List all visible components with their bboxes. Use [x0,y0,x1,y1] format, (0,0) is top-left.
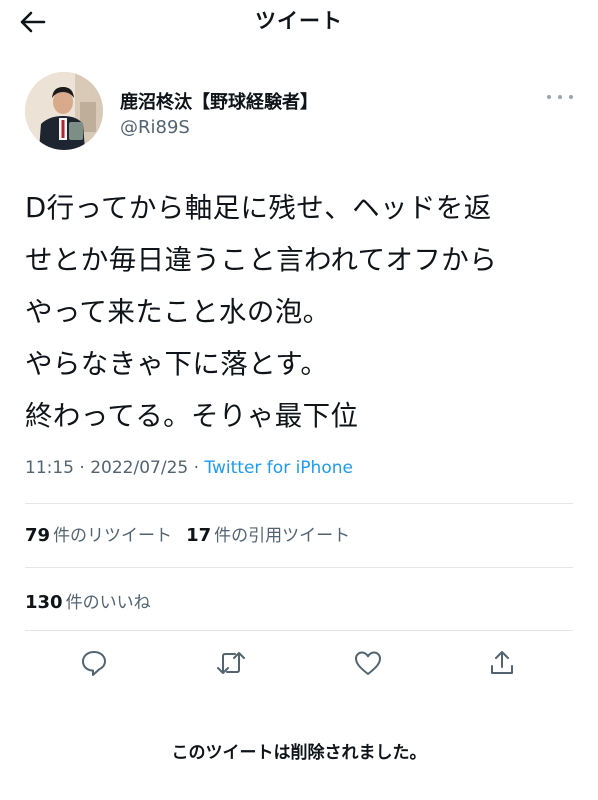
page-title: ツイート [255,9,343,33]
likes-label: 件のいいね [65,593,151,613]
user-handle[interactable]: @Ri89S [120,117,190,138]
tweet-text-line: D行ってから軸足に残せ、ヘッドを返 [25,192,492,224]
retweets-label: 件のリツイート [53,526,173,546]
tweet-text-line: 終わってる。そりゃ最下位 [25,400,359,432]
retweet-stats: 79 件のリツイート 17 件の引用ツイート [25,521,350,546]
retweet-button[interactable] [211,643,251,683]
quotes-count: 17 [186,525,212,546]
share-icon [491,651,513,674]
retweets-count: 79 [25,525,51,546]
avatar[interactable] [25,72,103,150]
like-button[interactable] [348,643,388,683]
retweets-link[interactable]: 79 件のリツイート [25,525,173,546]
quotes-link[interactable]: 17 件の引用ツイート [186,525,351,546]
reply-icon [82,651,106,676]
tweet-text-line: やって来たこと水の泡。 [25,296,331,328]
divider [25,503,573,504]
tweet-text-line: せとか毎日違うこと言われてオフから [25,244,498,276]
tweet-date[interactable]: 2022/07/25 [90,458,188,478]
tweet-text: D行ってから軸足に残せ、ヘッドを返 せとか毎日違うこと言われてオフから やって来… [25,182,580,442]
tweet-author: 鹿沼柊汰【野球経験者】 @Ri89S [25,72,573,152]
meta-separator: · [79,458,85,478]
reply-button[interactable] [74,643,114,683]
likes-count: 130 [25,592,63,613]
like-icon [355,651,381,675]
display-name[interactable]: 鹿沼柊汰【野球経験者】 [120,88,318,114]
likes-stats[interactable]: 130 件のいいね [25,588,151,613]
top-bar: ツイート [0,0,598,44]
more-horizontal-icon [547,95,551,99]
deleted-tweet-notice: このツイートは削除されました。 [171,743,427,763]
share-button[interactable] [482,643,522,683]
tweet-time[interactable]: 11:15 [25,458,74,478]
tweet-text-line: やらなきゃ下に落とす。 [25,348,329,380]
meta-separator: · [193,458,200,478]
retweet-icon [217,652,245,674]
quotes-label: 件の引用ツイート [214,526,351,546]
tweet-source-link[interactable]: Twitter for iPhone [204,458,353,478]
divider [25,567,573,568]
divider [25,630,573,631]
tweet-actions [0,643,598,683]
more-options-button[interactable] [547,90,573,104]
tweet-meta: 11:15 · 2022/07/25 · Twitter for iPhone [25,458,353,478]
